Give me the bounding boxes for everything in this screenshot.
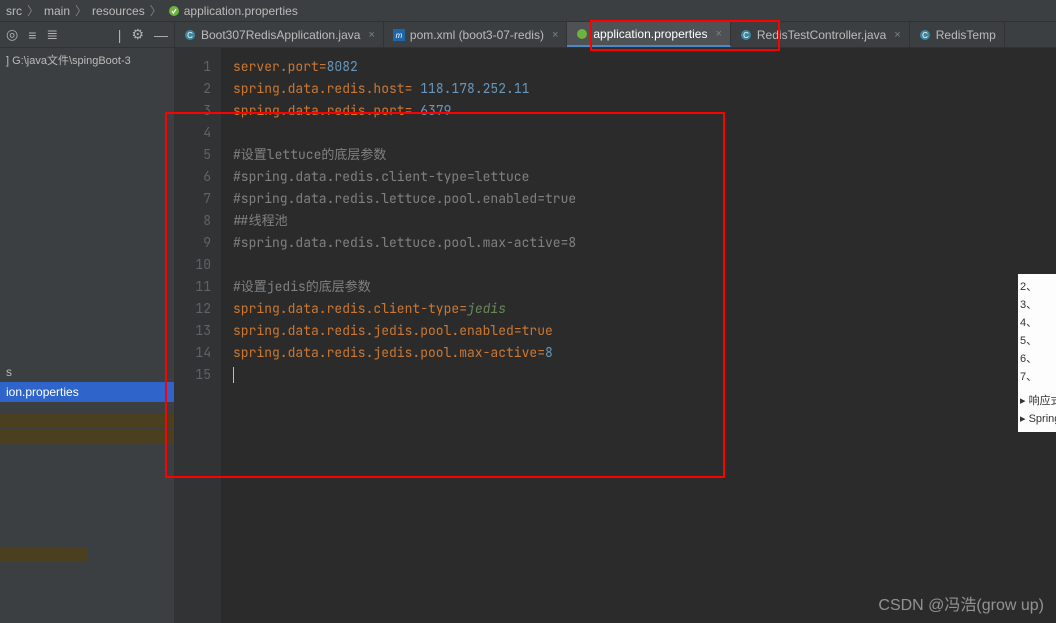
toolbar: ◎ ≡ ≣ | ⚙ — C Boot307RedisApplication.ja… <box>0 22 1056 48</box>
code-line[interactable]: spring.data.redis.jedis.pool.enabled=tru… <box>233 320 1056 342</box>
highlight-bar <box>0 548 87 562</box>
tab-application-properties[interactable]: application.properties × <box>567 22 731 47</box>
java-class-icon: C <box>183 28 197 42</box>
tree-item[interactable]: s <box>0 362 174 382</box>
line-number: 1 <box>175 56 211 78</box>
line-number: 11 <box>175 276 211 298</box>
close-icon[interactable]: × <box>894 29 900 41</box>
code-line[interactable]: spring.data.redis.host= 118.178.252.11 <box>233 78 1056 100</box>
close-icon[interactable]: × <box>715 28 721 40</box>
outline-item[interactable]: 2、 <box>1020 278 1054 296</box>
line-number: 15 <box>175 364 211 386</box>
tree-item-selected[interactable]: ion.properties <box>0 382 174 402</box>
java-class-icon: C <box>739 28 753 42</box>
outline-item[interactable]: 6、 <box>1020 350 1054 368</box>
divider: | <box>118 27 122 43</box>
breadcrumb-item[interactable]: resources <box>92 4 145 18</box>
close-icon[interactable]: × <box>368 29 374 41</box>
svg-text:m: m <box>396 31 403 40</box>
spring-icon <box>575 27 589 41</box>
code-line[interactable]: spring.data.redis.client-type=jedis <box>233 298 1056 320</box>
right-outline-panel[interactable]: 2、 3、 4、 5、 6、 7、 ▸ 响应式 ▸ SpringB <box>1018 274 1056 432</box>
svg-text:C: C <box>743 31 749 40</box>
line-number: 6 <box>175 166 211 188</box>
gear-icon[interactable]: ⚙ <box>131 26 144 43</box>
line-number: 5 <box>175 144 211 166</box>
outline-item[interactable]: ▸ SpringB <box>1020 410 1054 428</box>
tab-pom-xml[interactable]: m pom.xml (boot3-07-redis) × <box>384 22 567 47</box>
code-line[interactable]: ##线程池 <box>233 210 1056 232</box>
outline-item[interactable]: ▸ 响应式 <box>1020 392 1054 410</box>
tab-redis-test-controller[interactable]: C RedisTestController.java × <box>731 22 910 47</box>
expand-icon[interactable]: ≡ <box>28 27 36 43</box>
target-icon[interactable]: ◎ <box>6 26 18 43</box>
tab-label: RedisTemp <box>936 28 996 42</box>
breadcrumb-item[interactable]: main <box>44 4 70 18</box>
highlight-bar <box>0 430 174 444</box>
line-number: 14 <box>175 342 211 364</box>
collapse-icon[interactable]: ≣ <box>46 26 58 43</box>
line-number: 4 <box>175 122 211 144</box>
line-number: 9 <box>175 232 211 254</box>
breadcrumb-bar: src 〉 main 〉 resources 〉 application.pro… <box>0 0 1056 22</box>
spring-icon <box>167 4 181 18</box>
code-line[interactable]: #设置lettuce的底层参数 <box>233 144 1056 166</box>
chevron-right-icon: 〉 <box>27 2 39 19</box>
code-line[interactable]: #spring.data.redis.lettuce.pool.enabled=… <box>233 188 1056 210</box>
outline-item[interactable]: 7、 <box>1020 368 1054 386</box>
code-line[interactable]: server.port=8082 <box>233 56 1056 78</box>
code-line[interactable] <box>233 364 1056 386</box>
outline-item[interactable]: 3、 <box>1020 296 1054 314</box>
code-line[interactable] <box>233 122 1056 144</box>
chevron-right-icon: 〉 <box>150 2 162 19</box>
breadcrumb-item[interactable]: application.properties <box>184 4 298 18</box>
tab-label: application.properties <box>593 27 707 41</box>
line-number: 2 <box>175 78 211 100</box>
svg-text:C: C <box>187 31 193 40</box>
tab-boot-application[interactable]: C Boot307RedisApplication.java × <box>175 22 384 47</box>
close-icon[interactable]: × <box>552 29 558 41</box>
code-line[interactable]: spring.data.redis.jedis.pool.max-active=… <box>233 342 1056 364</box>
outline-item[interactable]: 5、 <box>1020 332 1054 350</box>
tab-label: RedisTestController.java <box>757 28 886 42</box>
maven-icon: m <box>392 28 406 42</box>
project-path: ] G:\java文件\spingBoot-3 <box>0 48 174 72</box>
code-line[interactable]: #spring.data.redis.lettuce.pool.max-acti… <box>233 232 1056 254</box>
line-number: 10 <box>175 254 211 276</box>
svg-text:C: C <box>922 31 928 40</box>
tab-label: Boot307RedisApplication.java <box>201 28 360 42</box>
code-area[interactable]: server.port=8082spring.data.redis.host= … <box>221 48 1056 623</box>
editor-tabs: C Boot307RedisApplication.java × m pom.x… <box>175 22 1056 47</box>
java-class-icon: C <box>918 28 932 42</box>
highlight-bar <box>0 414 174 428</box>
outline-item[interactable]: 4、 <box>1020 314 1054 332</box>
code-line[interactable]: #设置jedis的底层参数 <box>233 276 1056 298</box>
line-gutter: 123456789101112131415 <box>175 48 221 623</box>
project-toolbar: ◎ ≡ ≣ | ⚙ — <box>0 22 175 47</box>
tab-label: pom.xml (boot3-07-redis) <box>410 28 544 42</box>
watermark: CSDN @冯浩(grow up) <box>878 591 1044 615</box>
line-number: 8 <box>175 210 211 232</box>
breadcrumb-item[interactable]: src <box>6 4 22 18</box>
project-sidebar[interactable]: ] G:\java文件\spingBoot-3 s ion.properties <box>0 48 175 623</box>
code-editor[interactable]: 123456789101112131415 server.port=8082sp… <box>175 48 1056 623</box>
tab-redis-temp[interactable]: C RedisTemp <box>910 22 1005 47</box>
line-number: 3 <box>175 100 211 122</box>
code-line[interactable]: #spring.data.redis.client-type=lettuce <box>233 166 1056 188</box>
line-number: 7 <box>175 188 211 210</box>
line-number: 12 <box>175 298 211 320</box>
line-number: 13 <box>175 320 211 342</box>
text-caret <box>233 367 234 383</box>
hide-icon[interactable]: — <box>154 27 168 43</box>
chevron-right-icon: 〉 <box>75 2 87 19</box>
code-line[interactable] <box>233 254 1056 276</box>
code-line[interactable]: spring.data.redis.port= 6379 <box>233 100 1056 122</box>
